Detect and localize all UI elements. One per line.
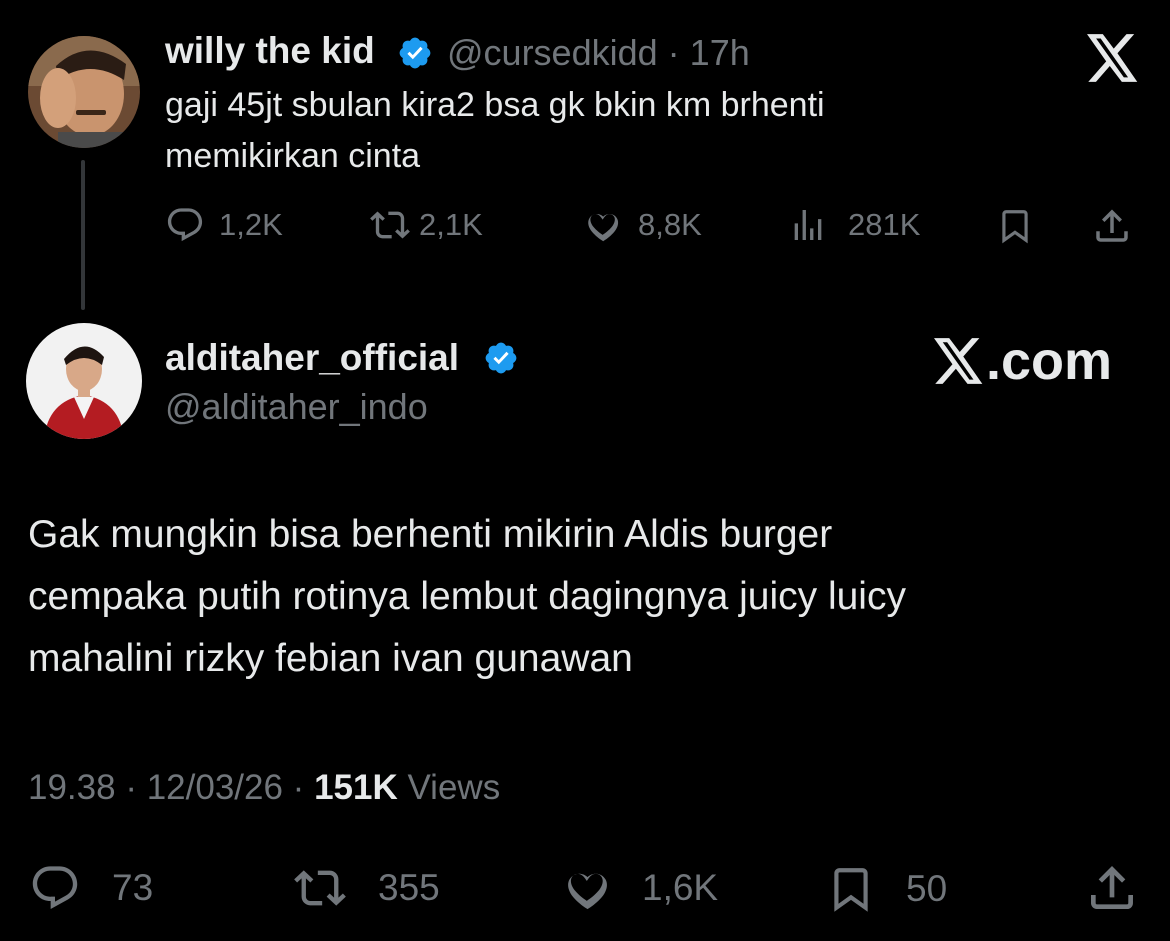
reply-icon [167, 208, 203, 242]
x-com-watermark: .com [933, 330, 1112, 392]
main-display-name[interactable]: alditaher_official [165, 337, 459, 379]
reply-icon [32, 866, 78, 910]
like-icon [568, 873, 607, 910]
thread-connector-line [81, 160, 85, 310]
meta-separator: · [115, 768, 147, 807]
avatar-willy[interactable] [28, 36, 140, 148]
quoted-like-button[interactable]: 8,8K [580, 205, 702, 245]
main-text-line: cempaka putih rotinya lembut dagingnya j… [28, 575, 906, 618]
quoted-share-button[interactable] [1090, 205, 1134, 247]
views-icon [794, 210, 822, 240]
quoted-separator: · [667, 32, 680, 73]
meta-separator: · [282, 768, 315, 807]
tweet-date[interactable]: 12/03/26 [147, 768, 283, 807]
quoted-reply-button[interactable]: 1,2K [165, 205, 283, 245]
quoted-handle[interactable]: @cursedkidd [447, 32, 658, 73]
main-like-count: 1,6K [642, 867, 719, 908]
tweet-time[interactable]: 19.38 [28, 768, 116, 807]
quoted-tweet-text: gaji 45jt sbulan kira2 bsa gk bkin km br… [165, 80, 1065, 182]
main-like-button[interactable]: 1,6K [556, 862, 718, 914]
main-text-line: Gak mungkin bisa berhenti mikirin Aldis … [28, 513, 833, 556]
main-repost-count: 355 [378, 867, 440, 908]
quoted-handle-time[interactable]: @cursedkidd · 17h [447, 32, 750, 74]
quoted-views-button[interactable]: 281K [788, 205, 920, 245]
like-icon [588, 214, 619, 242]
quoted-reply-count: 1,2K [219, 207, 283, 242]
main-text-line: mahalini rizky febian ivan gunawan [28, 637, 633, 680]
share-icon [1091, 866, 1133, 909]
main-handle[interactable]: @alditaher_indo [165, 386, 428, 428]
avatar-alditaher[interactable] [26, 323, 142, 439]
repost-icon [370, 211, 410, 239]
repost-icon [294, 870, 346, 906]
views-count[interactable]: 151K [314, 768, 398, 807]
verified-badge-icon [399, 37, 431, 69]
x-logo-icon [933, 338, 983, 384]
quoted-bookmark-button[interactable] [996, 206, 1034, 246]
quoted-repost-count: 2,1K [419, 207, 483, 242]
quoted-text-line: memikirkan cinta [165, 137, 421, 175]
verified-badge-icon [485, 342, 517, 374]
quoted-display-name[interactable]: willy the kid [165, 30, 375, 72]
bookmark-icon [834, 868, 868, 912]
x-com-text: .com [985, 331, 1112, 391]
main-bookmark-count: 50 [906, 868, 948, 909]
bookmark-icon [1002, 210, 1028, 244]
main-bookmark-button[interactable]: 50 [826, 862, 947, 916]
main-repost-button[interactable]: 355 [288, 862, 440, 914]
main-reply-button[interactable]: 73 [28, 862, 153, 914]
views-label: Views [397, 768, 501, 807]
share-icon [1096, 209, 1128, 242]
quoted-repost-button[interactable]: 2,1K [369, 205, 483, 245]
tweet-meta: 19.38 · 12/03/26 · 151K Views [28, 768, 500, 808]
main-share-button[interactable] [1084, 860, 1140, 916]
x-logo-icon [1087, 34, 1138, 82]
quoted-like-count: 8,8K [638, 207, 702, 242]
quoted-time[interactable]: 17h [690, 32, 750, 73]
quoted-text-line: gaji 45jt sbulan kira2 bsa gk bkin km br… [165, 86, 825, 124]
quoted-views-count: 281K [848, 207, 921, 242]
main-reply-count: 73 [112, 867, 154, 908]
main-tweet-text: Gak mungkin bisa berhenti mikirin Aldis … [28, 504, 1148, 690]
